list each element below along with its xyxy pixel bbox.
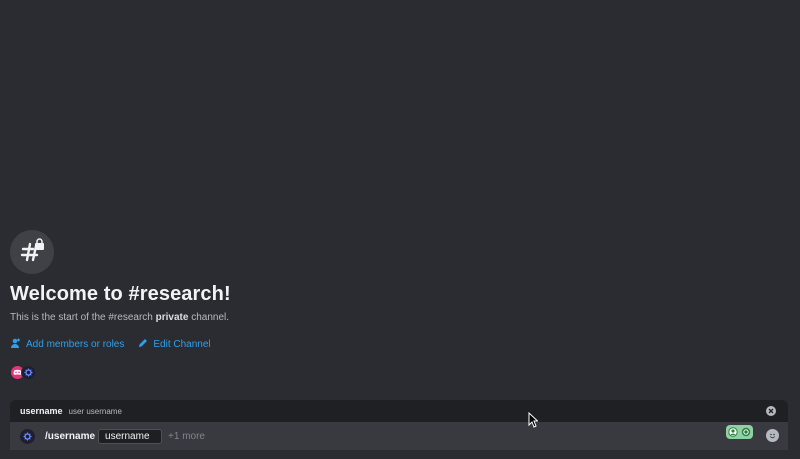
edit-channel-label: Edit Channel (153, 339, 211, 350)
message-composer[interactable]: /username username +1 more (10, 422, 788, 450)
welcome-subtitle: This is the start of the #research priva… (10, 312, 231, 323)
add-members-label: Add members or roles (26, 339, 125, 350)
member-avatars (10, 365, 231, 380)
slash-command-name: /username (45, 430, 96, 442)
subtitle-bold: private (155, 312, 189, 323)
subtitle-prefix: This is the start of the #research (10, 312, 156, 323)
command-option-field[interactable]: username (98, 428, 163, 444)
edit-channel-button[interactable]: Edit Channel (138, 338, 211, 351)
emoji-icon[interactable] (766, 429, 779, 442)
pencil-icon (138, 338, 148, 351)
add-member-icon (10, 338, 21, 351)
autocomplete-option-name[interactable]: username (20, 406, 63, 416)
welcome-title: Welcome to #research! (10, 283, 231, 305)
bot-app-icon (20, 428, 35, 444)
command-option-autocomplete[interactable]: username user username (10, 400, 788, 422)
autocomplete-option-description: user username (68, 406, 122, 416)
avatar[interactable] (21, 365, 36, 380)
add-members-button[interactable]: Add members or roles (10, 338, 124, 351)
welcome-actions: Add members or roles Edit Channel (10, 338, 231, 351)
chat-area: Welcome to #research! This is the start … (0, 0, 800, 459)
app-badge-icon[interactable] (726, 425, 753, 439)
channel-welcome: Welcome to #research! This is the start … (10, 230, 231, 380)
scrollbar[interactable] (795, 0, 798, 395)
close-icon[interactable] (766, 406, 776, 416)
mouse-cursor-icon (528, 411, 539, 433)
subtitle-suffix: channel. (188, 312, 230, 323)
more-options-label[interactable]: +1 more (168, 431, 205, 442)
hashtag-lock-icon (10, 230, 54, 274)
